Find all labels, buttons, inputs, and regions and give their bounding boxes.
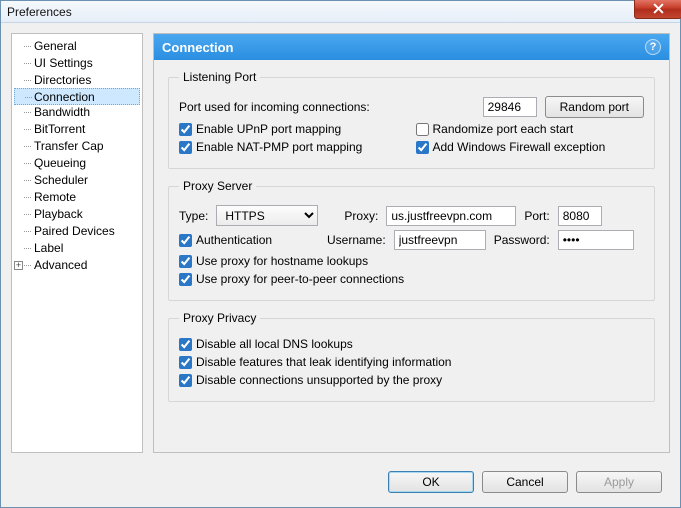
proxy-server-group: Proxy Server Type: HTTPS Proxy: Port: bbox=[168, 179, 655, 301]
apply-button[interactable]: Apply bbox=[576, 471, 662, 493]
client-area: General UI Settings Directories Connecti… bbox=[1, 23, 680, 507]
dns-lookup-checkbox[interactable]: Disable all local DNS lookups bbox=[179, 337, 353, 351]
category-tree[interactable]: General UI Settings Directories Connecti… bbox=[11, 33, 143, 453]
titlebar: Preferences bbox=[1, 1, 680, 23]
proxy-port-label: Port: bbox=[524, 209, 549, 223]
proxy-host-label: Proxy: bbox=[344, 209, 378, 223]
random-port-button[interactable]: Random port bbox=[545, 96, 644, 118]
close-icon bbox=[653, 3, 664, 14]
unsupported-checkbox[interactable]: Disable connections unsupported by the p… bbox=[179, 373, 442, 387]
tree-item-label: Advanced bbox=[34, 258, 87, 272]
tree-item-transfer-cap[interactable]: Transfer Cap bbox=[14, 138, 140, 155]
proxy-type-label: Type: bbox=[179, 209, 208, 223]
username-label: Username: bbox=[327, 233, 386, 247]
settings-panel: Connection ? Listening Port Port used fo… bbox=[153, 33, 670, 453]
privacy-legend: Proxy Privacy bbox=[179, 311, 260, 325]
proxy-type-select[interactable]: HTTPS bbox=[216, 205, 318, 226]
dialog-buttons: OK Cancel Apply bbox=[388, 471, 662, 493]
leak-checkbox[interactable]: Disable features that leak identifying i… bbox=[179, 355, 451, 369]
p2p-proxy-checkbox[interactable]: Use proxy for peer-to-peer connections bbox=[179, 272, 404, 286]
panel-title: Connection bbox=[162, 40, 234, 55]
tree-item-ui-settings[interactable]: UI Settings bbox=[14, 55, 140, 72]
tree-item-connection[interactable]: Connection bbox=[14, 88, 140, 105]
upnp-checkbox[interactable]: Enable UPnP port mapping bbox=[179, 122, 341, 136]
natpmp-checkbox[interactable]: Enable NAT-PMP port mapping bbox=[179, 140, 362, 154]
ok-button[interactable]: OK bbox=[388, 471, 474, 493]
preferences-window: Preferences General UI Settings Director… bbox=[0, 0, 681, 508]
panel-body: Listening Port Port used for incoming co… bbox=[154, 60, 669, 452]
proxy-port-input[interactable] bbox=[558, 206, 602, 226]
firewall-checkbox[interactable]: Add Windows Firewall exception bbox=[416, 140, 606, 154]
tree-item-bittorrent[interactable]: BitTorrent bbox=[14, 121, 140, 138]
port-label: Port used for incoming connections: bbox=[179, 100, 370, 114]
username-input[interactable] bbox=[394, 230, 486, 250]
tree-item-general[interactable]: General bbox=[14, 38, 140, 55]
tree-item-label[interactable]: Label bbox=[14, 240, 140, 257]
tree-item-advanced[interactable]: + Advanced bbox=[14, 257, 140, 274]
window-title: Preferences bbox=[7, 5, 72, 19]
port-input[interactable] bbox=[483, 97, 537, 117]
listening-legend: Listening Port bbox=[179, 70, 260, 84]
auth-checkbox[interactable]: Authentication bbox=[179, 233, 319, 247]
tree-item-bandwidth[interactable]: Bandwidth bbox=[14, 104, 140, 121]
tree-item-directories[interactable]: Directories bbox=[14, 72, 140, 89]
panel-header: Connection ? bbox=[154, 34, 669, 60]
hostname-lookup-checkbox[interactable]: Use proxy for hostname lookups bbox=[179, 254, 368, 268]
tree-item-playback[interactable]: Playback bbox=[14, 206, 140, 223]
proxy-host-input[interactable] bbox=[386, 206, 516, 226]
tree-item-scheduler[interactable]: Scheduler bbox=[14, 172, 140, 189]
plus-icon[interactable]: + bbox=[14, 261, 23, 270]
listening-port-group: Listening Port Port used for incoming co… bbox=[168, 70, 655, 169]
help-icon[interactable]: ? bbox=[645, 39, 661, 55]
proxy-privacy-group: Proxy Privacy Disable all local DNS look… bbox=[168, 311, 655, 402]
password-input[interactable] bbox=[558, 230, 634, 250]
tree-item-paired-devices[interactable]: Paired Devices bbox=[14, 223, 140, 240]
randomize-port-checkbox[interactable]: Randomize port each start bbox=[416, 122, 574, 136]
layout: General UI Settings Directories Connecti… bbox=[11, 33, 670, 453]
port-row: Port used for incoming connections: Rand… bbox=[179, 96, 644, 118]
cancel-button[interactable]: Cancel bbox=[482, 471, 568, 493]
close-button[interactable] bbox=[634, 0, 681, 19]
proxy-legend: Proxy Server bbox=[179, 179, 256, 193]
password-label: Password: bbox=[494, 233, 550, 247]
tree-item-remote[interactable]: Remote bbox=[14, 189, 140, 206]
tree-item-queueing[interactable]: Queueing bbox=[14, 155, 140, 172]
